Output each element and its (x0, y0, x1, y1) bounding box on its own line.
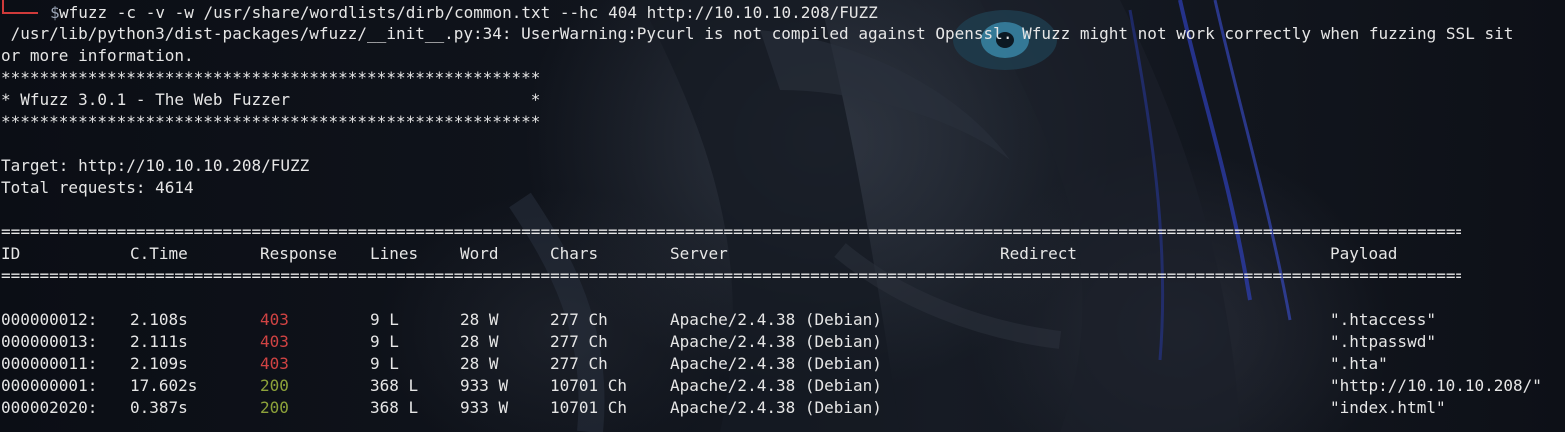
row-lines: 9 L (370, 310, 399, 329)
row-chars: 10701 Ch (550, 376, 628, 395)
row-ctime: 17.602s (130, 376, 198, 395)
row-server: Apache/2.4.38 (Debian) (670, 332, 882, 351)
row-response-code: 403 (260, 310, 289, 329)
row-id: 000000012: (1, 310, 98, 329)
header-ctime: C.Time (130, 244, 188, 263)
row-words: 933 W (460, 398, 509, 417)
header-redirect: Redirect (1000, 244, 1078, 263)
row-words: 28 W (460, 310, 499, 329)
row-words: 28 W (460, 354, 499, 373)
total-requests-line: Total requests: 4614 (1, 178, 194, 197)
row-chars: 277 Ch (550, 332, 608, 351)
row-server: Apache/2.4.38 (Debian) (670, 354, 882, 373)
header-separator-bottom: ========================================… (1, 266, 1461, 285)
row-server: Apache/2.4.38 (Debian) (670, 398, 882, 417)
header-payload: Payload (1330, 244, 1398, 263)
row-response-code: 403 (260, 332, 289, 351)
row-id: 000002020: (1, 398, 98, 417)
row-chars: 10701 Ch (550, 398, 628, 417)
banner-border-top: ****************************************… (1, 68, 541, 87)
row-payload: ".htaccess" (1330, 310, 1436, 329)
row-chars: 277 Ch (550, 354, 608, 373)
command-line: wfuzz -c -v -w /usr/share/wordlists/dirb… (59, 3, 878, 22)
row-response-code: 403 (260, 354, 289, 373)
row-id: 000000001: (1, 376, 98, 395)
header-separator-top: ========================================… (1, 222, 1461, 241)
header-id: ID (1, 244, 21, 263)
row-lines: 9 L (370, 332, 399, 351)
header-lines: Lines (370, 244, 419, 263)
target-line: Target: http://10.10.10.208/FUZZ (1, 156, 310, 175)
row-server: Apache/2.4.38 (Debian) (670, 310, 882, 329)
warning-line-continued: or more information. (1, 46, 194, 65)
row-lines: 9 L (370, 354, 399, 373)
prompt-corner-glyph (2, 0, 38, 14)
row-lines: 368 L (370, 376, 419, 395)
header-response: Response (260, 244, 338, 263)
row-ctime: 0.387s (130, 398, 188, 417)
row-payload: "index.html" (1330, 398, 1446, 417)
row-response-code: 200 (260, 376, 289, 395)
row-response-code: 200 (260, 398, 289, 417)
row-server: Apache/2.4.38 (Debian) (670, 376, 882, 395)
header-word: Word (460, 244, 499, 263)
header-chars: Chars (550, 244, 599, 263)
row-lines: 368 L (370, 398, 419, 417)
banner-title: * Wfuzz 3.0.1 - The Web Fuzzer * (1, 90, 541, 109)
row-ctime: 2.109s (130, 354, 188, 373)
row-payload: "http://10.10.10.208/" (1330, 376, 1542, 395)
row-id: 000000013: (1, 332, 98, 351)
row-payload: ".hta" (1330, 354, 1388, 373)
banner-border-bottom: ****************************************… (1, 112, 541, 131)
row-id: 000000011: (1, 354, 98, 373)
header-server: Server (670, 244, 728, 263)
warning-line: /usr/lib/python3/dist-packages/wfuzz/__i… (1, 24, 1514, 43)
terminal-window[interactable]: $ wfuzz -c -v -w /usr/share/wordlists/di… (0, 0, 1565, 432)
row-payload: ".htpasswd" (1330, 332, 1436, 351)
row-ctime: 2.111s (130, 332, 188, 351)
row-words: 933 W (460, 376, 509, 395)
row-words: 28 W (460, 332, 499, 351)
row-ctime: 2.108s (130, 310, 188, 329)
row-chars: 277 Ch (550, 310, 608, 329)
